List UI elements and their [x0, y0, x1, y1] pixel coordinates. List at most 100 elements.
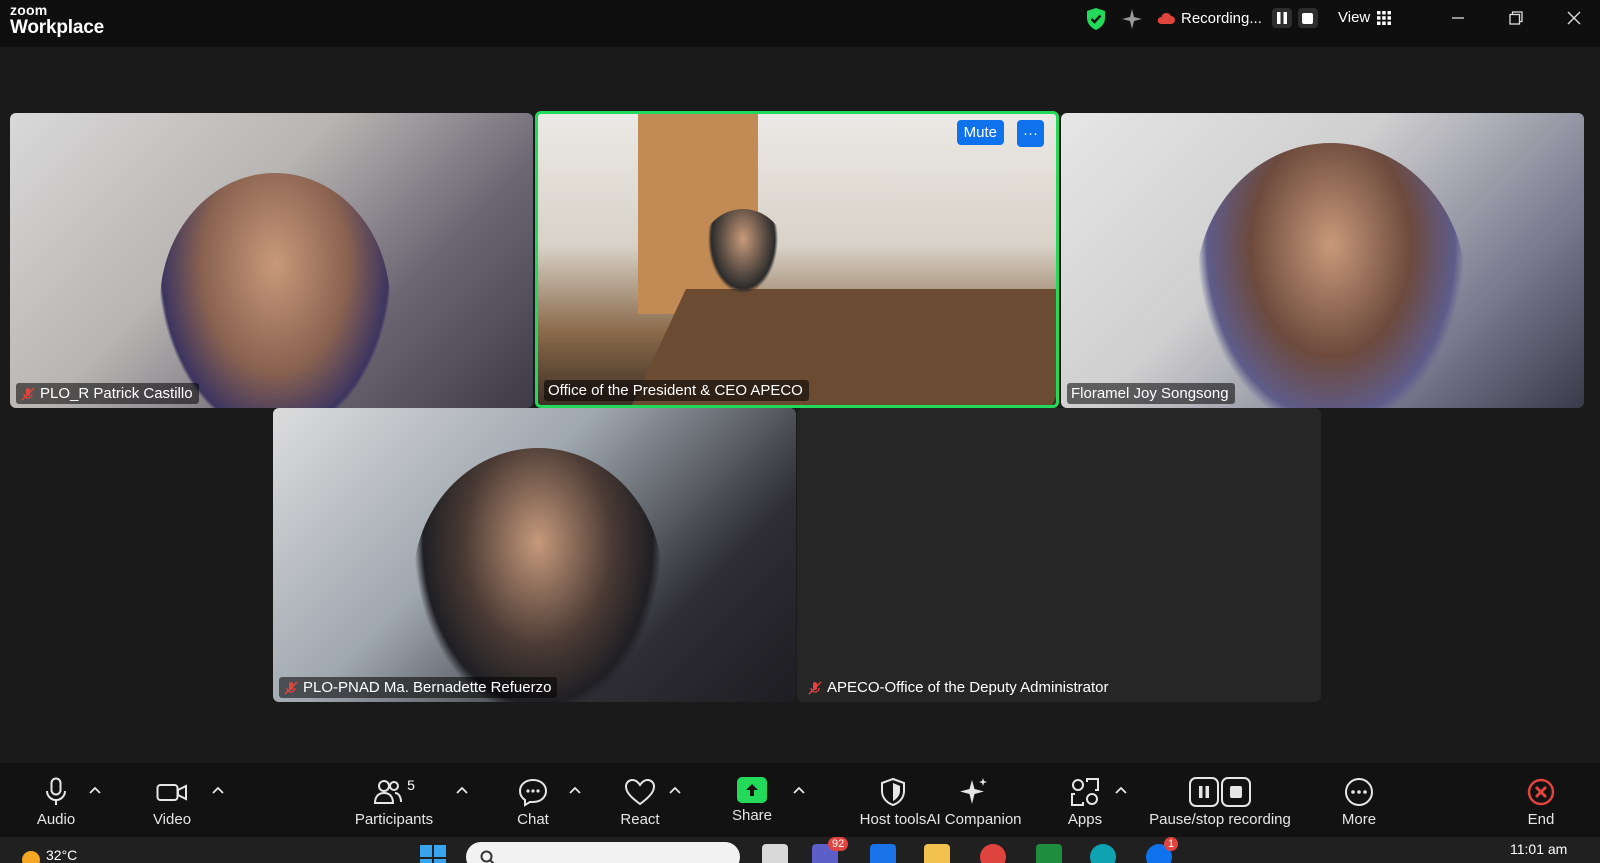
audio-label: Audio: [36, 811, 76, 828]
close-button[interactable]: [1562, 6, 1586, 30]
video-tile-bernadette-refuerzo[interactable]: PLO-PNAD Ma. Bernadette Refuerzo: [273, 408, 796, 702]
logo-brand-bottom: Workplace: [10, 17, 104, 38]
video-camera-icon: [156, 784, 187, 801]
sun-icon: [22, 851, 40, 863]
react-options-chevron-up-icon[interactable]: [668, 785, 682, 795]
pause-stop-label: Pause/stop recording: [1149, 811, 1291, 828]
more-options-icon: [1345, 778, 1373, 806]
recording-label: Recording...: [1181, 9, 1262, 27]
host-tools-label: Host tools: [859, 811, 927, 828]
ai-sparkle-icon[interactable]: [1121, 8, 1143, 35]
taskbar-app-chrome-icon[interactable]: [980, 844, 1006, 863]
restore-icon: [1509, 11, 1523, 25]
pause-icon: [1276, 12, 1287, 24]
stop-recording-button[interactable]: [1297, 8, 1318, 28]
more-button[interactable]: More: [1338, 763, 1380, 837]
grid-icon: [1377, 10, 1392, 25]
microphone-icon: [46, 777, 66, 805]
ai-companion-label: AI Companion: [926, 811, 1022, 828]
minimize-button[interactable]: [1446, 6, 1470, 30]
chat-button[interactable]: Chat: [510, 763, 556, 837]
taskbar-app-outlook-icon[interactable]: [870, 844, 896, 863]
taskbar-app-file-explorer-icon[interactable]: [924, 844, 950, 863]
taskbar-app-notepad-icon[interactable]: [762, 844, 788, 863]
tile-mute-button[interactable]: Mute: [956, 120, 1004, 145]
video-tile-deputy-administrator[interactable]: APECO-Office of the Deputy Administrator: [797, 408, 1321, 702]
end-label: End: [1527, 811, 1555, 828]
recording-indicator[interactable]: Recording...: [1157, 8, 1318, 28]
participant-name: Floramel Joy Songsong: [1071, 385, 1229, 402]
security-shield-icon[interactable]: [1085, 7, 1107, 36]
react-label: React: [620, 811, 660, 828]
participant-name-tag: PLO_R Patrick Castillo: [16, 383, 199, 404]
chat-options-chevron-up-icon[interactable]: [568, 785, 582, 795]
participants-button[interactable]: 5 Participants: [350, 763, 438, 837]
chat-bubble-icon: [518, 778, 548, 807]
windows-start-icon[interactable]: [420, 845, 446, 863]
audio-button[interactable]: Audio: [30, 763, 82, 837]
taskbar-clock[interactable]: 11:01 am: [1510, 841, 1567, 857]
video-tile-patrick-castillo[interactable]: PLO_R Patrick Castillo: [10, 113, 533, 408]
view-button[interactable]: View: [1338, 9, 1392, 26]
participant-video: [160, 173, 390, 408]
participant-name-tag: Floramel Joy Songsong: [1067, 383, 1235, 404]
stop-icon: [1302, 12, 1314, 24]
meeting-controls-toolbar: Audio Video 5 Participants Chat React Sh…: [0, 763, 1600, 837]
os-taskbar: 32°C 92 1 11:01 am: [0, 837, 1600, 863]
taskbar-app-excel-icon[interactable]: [1036, 844, 1062, 863]
mic-muted-icon: [21, 386, 35, 401]
participant-name-tag: APECO-Office of the Deputy Administrator: [803, 677, 1115, 698]
participant-name-tag: Office of the President & CEO APECO: [544, 380, 809, 401]
title-bar: zoom Workplace Recording... View: [0, 0, 1600, 47]
end-meeting-button[interactable]: End: [1520, 763, 1562, 837]
participant-name: Office of the President & CEO APECO: [548, 382, 803, 399]
participant-name-tag: PLO-PNAD Ma. Bernadette Refuerzo: [279, 677, 558, 698]
participants-options-chevron-up-icon[interactable]: [455, 785, 469, 795]
video-tile-office-of-president[interactable]: Mute ··· Office of the President & CEO A…: [535, 111, 1059, 408]
share-button[interactable]: Share: [727, 763, 777, 837]
react-button[interactable]: React: [616, 763, 664, 837]
temperature: 32°C: [46, 847, 78, 863]
mic-muted-icon: [808, 680, 822, 695]
participants-icon: [374, 780, 403, 804]
audio-options-chevron-up-icon[interactable]: [88, 785, 102, 795]
video-gallery: PLO_R Patrick Castillo Mute ··· Office o…: [0, 47, 1600, 763]
taskbar-app-edge-icon[interactable]: [1090, 844, 1116, 863]
participants-count: 5: [407, 777, 415, 793]
minimize-icon: [1452, 17, 1464, 19]
participant-name: APECO-Office of the Deputy Administrator: [827, 679, 1109, 696]
participant-name: PLO-PNAD Ma. Bernadette Refuerzo: [303, 679, 552, 696]
participant-video-person: [698, 209, 788, 309]
share-label: Share: [731, 807, 773, 824]
logo-brand-top: zoom: [10, 2, 48, 18]
pause-stop-recording-button[interactable]: Pause/stop recording: [1140, 763, 1300, 837]
video-button[interactable]: Video: [146, 763, 198, 837]
mic-muted-icon: [284, 680, 298, 695]
share-screen-icon: [737, 777, 767, 803]
restore-button[interactable]: [1504, 6, 1528, 30]
apps-button[interactable]: Apps: [1058, 763, 1112, 837]
zoom-notification-badge: 1: [1164, 837, 1179, 851]
end-meeting-icon: [1527, 778, 1555, 806]
participant-name: PLO_R Patrick Castillo: [40, 385, 193, 402]
taskbar-search-box[interactable]: [466, 842, 740, 863]
video-tile-floramel-songsong[interactable]: Floramel Joy Songsong: [1061, 113, 1584, 408]
video-label: Video: [152, 811, 192, 828]
participant-video: [1196, 143, 1466, 408]
zoom-logo: zoom Workplace: [10, 3, 104, 37]
participants-label: Participants: [354, 811, 434, 828]
tile-more-options-button[interactable]: ···: [1017, 120, 1044, 147]
pause-recording-button[interactable]: [1271, 8, 1292, 28]
host-shield-icon: [881, 777, 905, 807]
share-options-chevron-up-icon[interactable]: [792, 785, 806, 795]
host-tools-button[interactable]: Host tools: [855, 763, 931, 837]
weather-widget[interactable]: 32°C: [22, 841, 77, 863]
close-icon: [1567, 11, 1581, 25]
pause-stop-icon: [1189, 777, 1251, 807]
more-label: More: [1341, 811, 1377, 828]
ai-companion-button[interactable]: AI Companion: [922, 763, 1026, 837]
video-options-chevron-up-icon[interactable]: [211, 785, 225, 795]
participant-video: [413, 448, 663, 702]
apps-options-chevron-up-icon[interactable]: [1114, 785, 1128, 795]
search-icon: [480, 850, 495, 863]
